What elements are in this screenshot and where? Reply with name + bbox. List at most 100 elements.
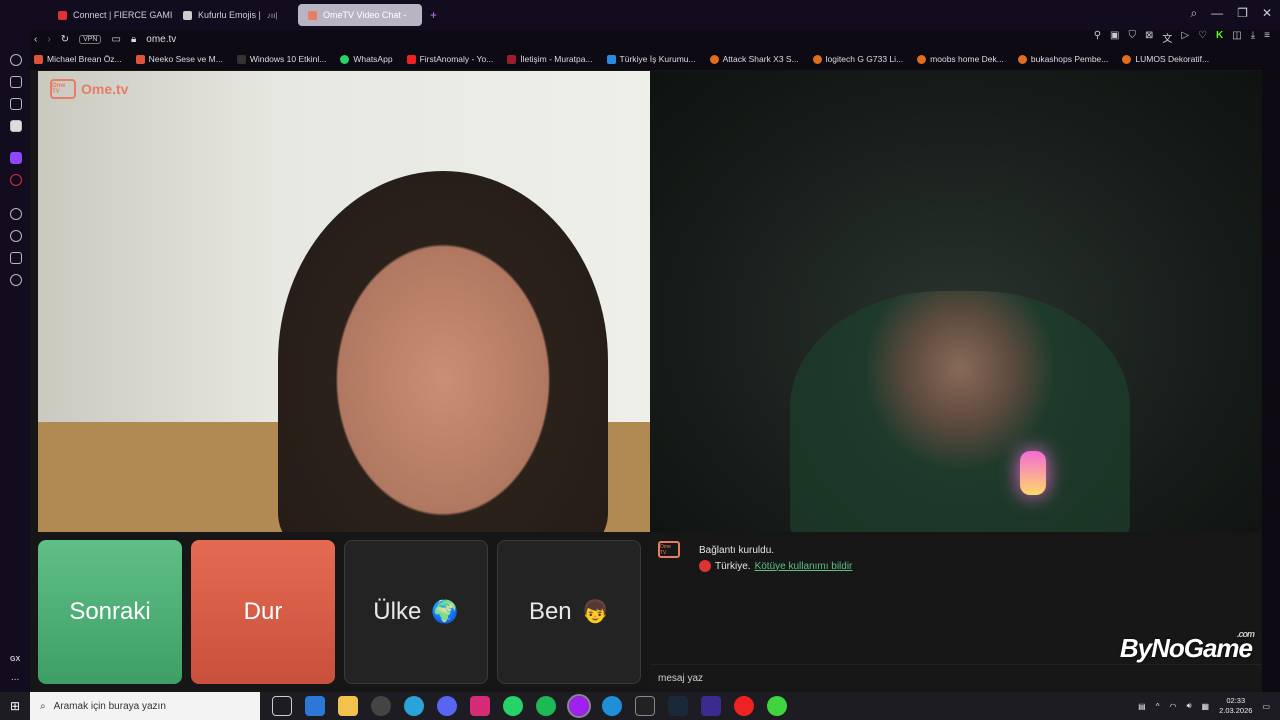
audio-playing-icon[interactable]: ♪ıı| [267,11,278,20]
message-input[interactable] [650,664,1262,692]
bookmark-item[interactable]: WhatsApp [340,54,393,64]
bookmark-favicon-icon [1122,54,1132,64]
keyboard-icon[interactable]: ▤ [1138,702,1146,711]
tab-fierce-gaming[interactable]: Connect | FIERCE GAMING [48,4,173,26]
whatsapp-icon[interactable] [503,696,523,716]
sidebar-tool-icon[interactable] [10,76,22,88]
bookmark-favicon-icon [917,54,927,64]
new-tab-icon[interactable]: + [430,8,437,22]
vpn-badge[interactable]: VPN [79,34,102,44]
stranger-country: Türkiye. Kötüye kullanımı bildir [699,560,852,572]
url-field[interactable]: ome.tv [146,34,176,45]
taskbar-apps [272,694,787,718]
camera-icon[interactable]: ▭ [111,34,120,45]
taskbar-clock[interactable]: 02:33 2.03.2026 [1219,696,1252,716]
search-icon[interactable]: ⌕ [1190,6,1197,21]
discord-icon[interactable] [437,696,457,716]
app-icon[interactable] [734,696,754,716]
telegram-icon[interactable] [404,696,424,716]
snapshot-icon[interactable]: ▣ [1110,30,1119,45]
download-icon[interactable]: ⤓ [1251,30,1255,45]
windows-start-icon[interactable]: ⊞ [0,692,30,720]
bookmark-item[interactable]: Windows 10 Etkinl... [236,54,326,64]
forward-icon[interactable]: › [47,34,50,45]
ometv-logo[interactable]: Ome TV Ome.tv [50,79,128,99]
app-icon[interactable] [305,696,325,716]
me-button[interactable]: Ben 👦 [497,540,641,684]
ometv-chat-logo-icon: Ome TV [658,541,680,558]
history-icon[interactable] [10,230,22,242]
bookmark-favicon-icon [606,54,616,64]
heart-icon[interactable]: ♡ [1198,30,1207,45]
menu-icon[interactable]: ≡ [1264,30,1270,45]
browser-sidebar: GX ... [0,0,30,692]
app-icon[interactable] [371,696,391,716]
country-button[interactable]: Ülke 🌍 [344,540,488,684]
extensions-icon[interactable] [10,252,22,264]
opera-gx-icon[interactable] [567,694,591,718]
tab-ometv[interactable]: OmeTV Video Chat - [298,4,422,26]
bookmark-item[interactable]: bukashops Pembe... [1017,54,1108,64]
notifications-icon[interactable]: ▭ [1262,702,1270,711]
globe-icon: 🌍 [431,599,459,624]
bookmark-item[interactable]: FirstAnomaly - Yo... [406,54,493,64]
tab-favicon-icon [58,10,67,20]
bookmark-item[interactable]: Türkiye İş Kurumu... [606,54,696,64]
bookmark-item[interactable]: İletişim - Muratpa... [507,54,593,64]
tray-chevron-icon[interactable]: ^ [1156,702,1160,711]
twitch-icon[interactable] [10,152,22,164]
tab-bar: Connect | FIERCE GAMING Kufurlu Emojis |… [0,0,1280,30]
spotify-icon[interactable] [536,696,556,716]
ometv-favicon-icon [308,10,317,20]
turkey-flag-icon [699,560,711,572]
app-icon[interactable] [701,696,721,716]
play-icon[interactable]: ▷ [1181,30,1189,45]
close-icon[interactable]: ✕ [1262,6,1272,21]
restore-icon[interactable]: ❐ [1237,6,1248,21]
epic-games-icon[interactable] [635,696,655,716]
bookmark-item[interactable]: Neeko Sese ve M... [135,54,223,64]
adblock-icon[interactable]: ⛉ [1128,30,1136,45]
report-abuse-link[interactable]: Kötüye kullanımı bildir [755,561,853,572]
next-button[interactable]: Sonraki [38,540,182,684]
sidebar-red-icon[interactable] [10,174,22,186]
extension-icon[interactable]: ◫ [1232,30,1241,45]
cast-icon[interactable]: ⊠ [1145,30,1153,45]
bookmark-item[interactable]: logitech G G733 Li... [812,54,903,64]
pin-icon[interactable]: ⚲ [1094,30,1101,45]
volume-icon[interactable]: 🔊︎ [1186,701,1191,711]
bookmark-item[interactable]: Attack Shark X3 S... [709,54,799,64]
tab-kufurlu-emojis[interactable]: Kufurlu Emojis | ♪ıı| [173,4,298,26]
bookmark-item[interactable]: moobs home Dek... [917,54,1004,64]
instagram-icon[interactable] [470,696,490,716]
edge-icon[interactable] [602,696,622,716]
file-explorer-icon[interactable] [338,696,358,716]
bookmark-item[interactable]: Michael Brean Öz... [34,54,122,64]
sidebar-gallery-icon[interactable] [10,98,22,110]
minimize-icon[interactable]: — [1211,6,1223,21]
screen: GX ... Connect | FIERCE GAMING Kufurlu E… [0,0,1280,720]
task-view-icon[interactable] [272,696,292,716]
network-icon[interactable]: ◠ [1169,702,1176,711]
taskbar-search[interactable]: ⌕ Aramak için buraya yazın [30,692,260,720]
stop-button[interactable]: Dur [191,540,335,684]
connection-status: Bağlantı kuruldu. [699,545,775,556]
search-icon: ⌕ [40,700,46,712]
ime-icon[interactable]: ▦ [1202,702,1210,711]
reload-icon[interactable]: ↻ [61,34,69,45]
translate-icon[interactable]: 文 [1162,30,1172,45]
sidebar-messenger-icon[interactable] [10,120,22,132]
bookmark-favicon-icon [236,54,246,64]
local-person [278,171,608,532]
refresh-icon[interactable] [10,54,22,66]
back-icon[interactable]: ‹ [34,34,37,45]
gx-label[interactable]: GX [10,656,20,663]
settings-icon[interactable] [10,274,22,286]
player-icon[interactable] [10,208,22,220]
more-icon[interactable]: ... [11,672,19,683]
kick-extension-icon[interactable]: K [1216,30,1223,45]
steam-icon[interactable] [668,696,688,716]
bookmark-item[interactable]: LUMOS Dekoratif... [1122,54,1209,64]
app-icon[interactable] [767,696,787,716]
chat-panel: Ome TV Bağlantı kuruldu. Türkiye. Kötüye… [650,535,1262,692]
